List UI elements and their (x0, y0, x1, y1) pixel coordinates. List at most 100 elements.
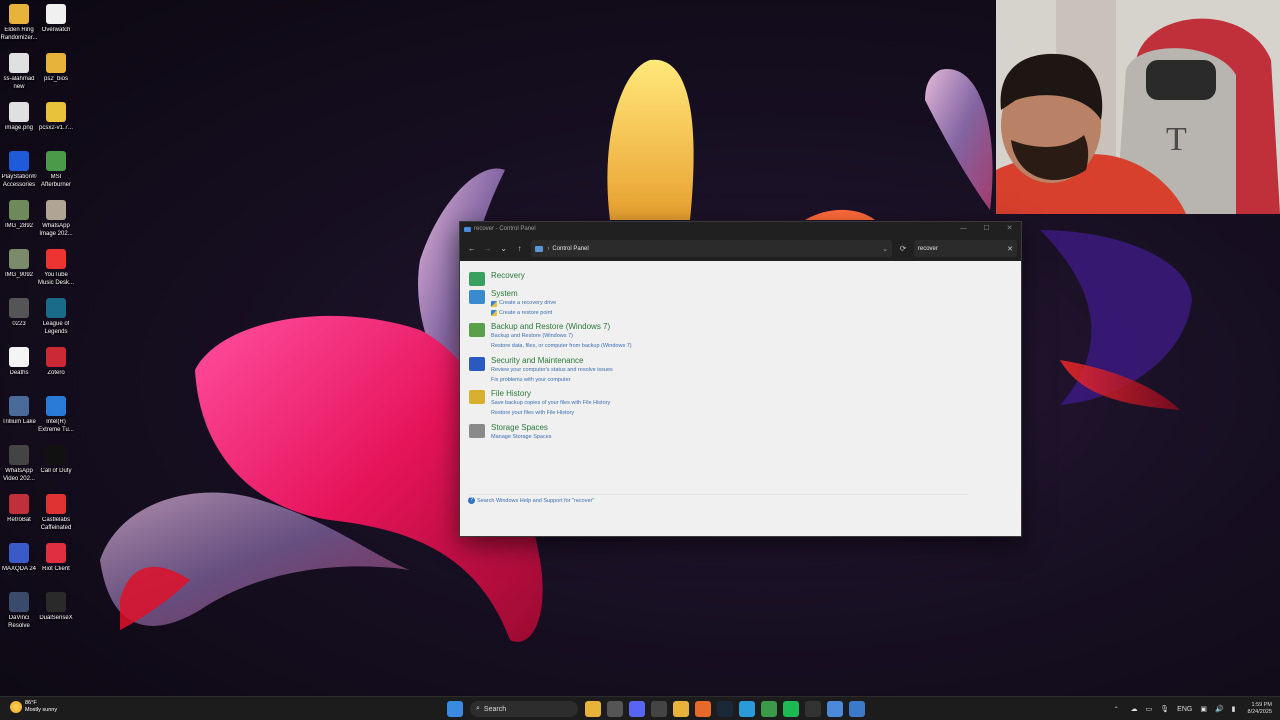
result-title-link[interactable]: Backup and Restore (Windows 7) (491, 322, 632, 332)
image-file-icon (9, 396, 29, 416)
result-task-text: Restore your files with File History (491, 409, 575, 416)
chrome-icon[interactable] (761, 701, 777, 717)
result-task-link[interactable]: Restore your files with File History (491, 409, 610, 419)
desktop-icon[interactable]: DaVinci Resolve (0, 592, 38, 630)
clock-time: 1:59 PM (1251, 702, 1272, 708)
desktop-icon[interactable]: RetroBat (0, 494, 38, 525)
up-arrow-icon[interactable]: ↑ (512, 244, 528, 253)
weather-widget[interactable]: 86°F Mostly sunny (10, 700, 57, 714)
desktop-icon-label: Intel(R) Extreme Tu... (38, 419, 74, 433)
recovery-icon (469, 272, 485, 286)
result-title-link[interactable]: System (491, 289, 556, 299)
desktop-icon[interactable]: WhatsApp Video 202... (0, 445, 38, 483)
desktop-icon[interactable]: image.png (0, 102, 38, 133)
desktop-icon[interactable]: PlayStation® Accessories (0, 151, 38, 189)
desktop-icon[interactable]: Trillium Lake (0, 396, 38, 427)
app-icon[interactable] (805, 701, 821, 717)
desktop-icon-label: ps2_bios (43, 76, 69, 82)
spotify-icon[interactable] (783, 701, 799, 717)
desktop-icon[interactable]: DualSenseX (37, 592, 75, 623)
desktop-icon[interactable]: ps2_bios (37, 53, 75, 84)
help-search-link[interactable]: ? Search Windows Help and Support for "r… (468, 494, 968, 504)
file-history-icon (469, 390, 485, 404)
refresh-icon[interactable]: ⟳ (894, 244, 912, 253)
title-bar[interactable]: recover - Control Panel — ☐ ✕ (460, 222, 1021, 236)
telegram-icon[interactable] (739, 701, 755, 717)
notepad-icon[interactable] (827, 701, 843, 717)
desktop-icon[interactable]: pcsx2-v1.7... (37, 102, 75, 133)
close-button[interactable]: ✕ (998, 222, 1021, 236)
search-box[interactable]: ✕ (913, 240, 1017, 257)
maximize-button[interactable]: ☐ (975, 222, 998, 236)
network-icon[interactable]: ▣ (1200, 705, 1207, 713)
show-hidden-icons-chevron-icon[interactable]: ⌃ (1114, 706, 1119, 713)
folder-tray-icon[interactable]: ▭ (1146, 705, 1153, 713)
help-search-text[interactable]: Search Windows Help and Support for "rec… (477, 498, 594, 504)
desktop-icon[interactable]: 0223 (0, 298, 38, 329)
desktop-icon[interactable]: Elden Ring Randomizer... (0, 4, 38, 42)
steam-icon[interactable] (717, 701, 733, 717)
firefox-icon[interactable] (695, 701, 711, 717)
system-tray: ⌃ ☁ ▭ 🎙 ENG ▣ 🔊 ▮ 1:59 PM 8/24/2025 (1114, 699, 1272, 719)
clock[interactable]: 1:59 PM 8/24/2025 (1248, 702, 1272, 716)
result-title-link[interactable]: Storage Spaces (491, 423, 552, 433)
result-task-link[interactable]: Create a recovery drive (491, 299, 556, 309)
folder-icon[interactable] (673, 701, 689, 717)
address-bar[interactable]: › Control Panel ⌄ (531, 240, 893, 257)
desktop-icon[interactable]: IMG_9092 (0, 249, 38, 280)
forward-arrow-icon[interactable]: → (480, 244, 496, 253)
desktop-icon[interactable]: Zotero (37, 347, 75, 378)
discord-icon[interactable] (629, 701, 645, 717)
language-indicator[interactable]: ENG (1177, 706, 1192, 713)
battery-icon[interactable]: ▮ (1232, 705, 1236, 713)
weather-sun-icon (10, 701, 22, 713)
volume-icon[interactable]: 🔊 (1215, 705, 1224, 713)
file-explorer-icon[interactable] (585, 701, 601, 717)
desktop-icon[interactable]: Deaths (0, 347, 38, 378)
desktop-icon[interactable]: Overwatch (37, 4, 75, 35)
desktop-icon[interactable]: YouTube Music Desk... (37, 249, 75, 287)
desktop-icon[interactable]: MSI Afterburner (37, 151, 75, 189)
control-panel-icon[interactable] (849, 701, 865, 717)
clear-search-icon[interactable]: ✕ (1007, 245, 1013, 253)
taskbar: 86°F Mostly sunny ⌕ Search ⌃ ☁ ▭ 🎙 ENG ▣ … (0, 696, 1280, 720)
result-task-link[interactable]: Restore data, files, or computer from ba… (491, 342, 632, 352)
desktop-icon-label: RetroBat (7, 517, 31, 523)
result-title-link[interactable]: File History (491, 389, 610, 399)
desktop-icon[interactable]: IMG_2892 (0, 200, 38, 231)
minimize-button[interactable]: — (952, 222, 975, 236)
start-icon[interactable] (447, 701, 463, 717)
cloud-icon[interactable]: ☁ (1131, 705, 1138, 713)
desktop-icon[interactable]: MAXQDA 24 (0, 543, 38, 574)
recent-locations-chevron-icon[interactable]: ⌄ (496, 244, 512, 253)
result-task-link[interactable]: Manage Storage Spaces (491, 433, 552, 443)
desktop-icon[interactable]: ss-alahmad new (0, 53, 38, 91)
desktop-icon[interactable]: Call of Duty (37, 445, 75, 476)
result-task-link[interactable]: Review your computer's status and resolv… (491, 366, 613, 376)
control-panel-window[interactable]: recover - Control Panel — ☐ ✕ ← → ⌄ ↑ › … (459, 221, 1022, 537)
result-task-link[interactable]: Save backup copies of your files with Fi… (491, 399, 610, 409)
desktop-icon[interactable]: Castlelabs Caffeinated (37, 494, 75, 532)
desktop-icon[interactable]: WhatsApp Image 202... (37, 200, 75, 238)
result-task-link[interactable]: Create a restore point (491, 309, 556, 319)
result-task-link[interactable]: Fix problems with your computer (491, 376, 613, 386)
task-view-icon[interactable] (607, 701, 623, 717)
breadcrumb[interactable]: Control Panel (552, 246, 588, 252)
back-arrow-icon[interactable]: ← (464, 244, 480, 253)
result-title-link[interactable]: Recovery (491, 271, 525, 281)
result-title-link[interactable]: Security and Maintenance (491, 356, 613, 366)
search-input[interactable] (917, 245, 998, 252)
search-icon: ⌕ (476, 705, 480, 712)
taskbar-search[interactable]: ⌕ Search (470, 701, 578, 717)
desktop-icon-label: Castlelabs Caffeinated (40, 517, 72, 531)
desktop-icon[interactable]: League of Legends (37, 298, 75, 336)
result-task-link[interactable]: Backup and Restore (Windows 7) (491, 332, 632, 342)
webcam-person-image: T (996, 0, 1280, 214)
microphone-icon[interactable]: 🎙 (1160, 705, 1169, 713)
chevron-down-icon[interactable]: ⌄ (882, 245, 888, 253)
desktop-icon-label: DaVinci Resolve (8, 615, 30, 629)
desktop-icon-label: WhatsApp Image 202... (39, 223, 73, 237)
desktop-icon[interactable]: Riot Client (37, 543, 75, 574)
copilot-icon[interactable] (651, 701, 667, 717)
desktop-icon[interactable]: Intel(R) Extreme Tu... (37, 396, 75, 434)
